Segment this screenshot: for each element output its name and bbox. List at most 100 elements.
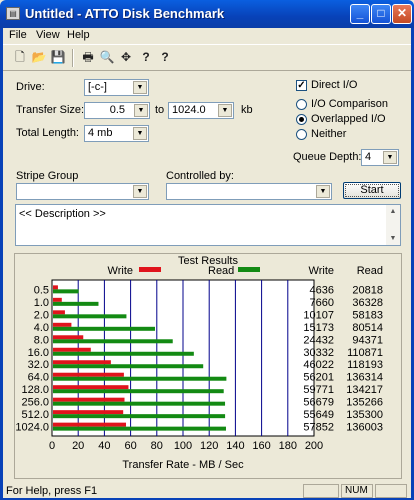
- direct-io-checkbox[interactable]: ✓: [296, 80, 307, 91]
- context-help-icon[interactable]: ?: [156, 49, 174, 66]
- write-value-label: 57852: [303, 422, 334, 434]
- menu-help[interactable]: Help: [67, 29, 90, 41]
- y-tick-label: 32.0: [28, 359, 49, 371]
- description-scrollbar[interactable]: ▲ ▼: [386, 205, 400, 245]
- move-icon[interactable]: ✥: [117, 49, 135, 66]
- write-value-label: 59771: [303, 384, 334, 396]
- write-value-label: 55649: [303, 409, 334, 421]
- write-bar: [53, 360, 111, 365]
- transfer-size-to-select[interactable]: 1024.0 ▼: [168, 102, 234, 119]
- chevron-down-icon[interactable]: ▼: [134, 104, 148, 117]
- write-value-label: 56201: [303, 372, 334, 384]
- read-bar: [53, 414, 226, 419]
- read-column-header: Read: [357, 265, 383, 277]
- read-value-label: 136314: [346, 372, 383, 384]
- scroll-up-icon[interactable]: ▲: [386, 205, 400, 218]
- x-tick-label: 80: [151, 440, 163, 452]
- print-preview-icon[interactable]: 🔍: [98, 49, 116, 66]
- menu-view[interactable]: View: [36, 29, 60, 41]
- status-pane-empty: [303, 484, 339, 498]
- read-bar: [53, 326, 156, 331]
- write-bar: [53, 335, 84, 340]
- read-value-label: 135266: [346, 397, 383, 409]
- chevron-down-icon[interactable]: ▼: [133, 81, 147, 94]
- toolbar: 🗋 📂 💾 🖶 🔍 ✥ ? ?: [3, 44, 411, 71]
- write-bar: [53, 422, 127, 427]
- start-button[interactable]: Start: [343, 182, 401, 199]
- total-length-value: 4 mb: [88, 127, 113, 139]
- write-bar: [53, 285, 58, 290]
- window-title: Untitled - ATTO Disk Benchmark: [25, 6, 225, 21]
- write-value-label: 10107: [303, 309, 334, 321]
- transfer-size-to-value: 1024.0: [172, 104, 206, 116]
- x-tick-label: 60: [124, 440, 136, 452]
- queue-depth-value: 4: [365, 151, 372, 163]
- write-value-label: 30332: [303, 347, 334, 359]
- y-tick-label: 1024.0: [15, 422, 49, 434]
- minimize-button[interactable]: _: [350, 4, 370, 24]
- scroll-down-icon[interactable]: ▼: [386, 232, 400, 245]
- read-bar: [53, 289, 79, 294]
- read-value-label: 135300: [346, 409, 383, 421]
- status-pane-empty: [375, 484, 407, 498]
- disk-app-icon: ▤: [6, 7, 20, 20]
- read-value-label: 110871: [347, 347, 383, 359]
- main-panel: Drive: [-c-] ▼ Transfer Size: 0.5 ▼ to 1…: [3, 70, 411, 482]
- x-tick-label: 100: [174, 440, 192, 452]
- close-button[interactable]: ✕: [392, 4, 412, 24]
- transfer-size-label: Transfer Size:: [16, 104, 85, 116]
- x-tick-label: 0: [49, 440, 55, 452]
- transfer-size-from-select[interactable]: 0.5 ▼: [84, 102, 150, 119]
- print-icon[interactable]: 🖶: [79, 49, 97, 66]
- write-bar: [53, 297, 62, 302]
- total-length-label: Total Length:: [16, 127, 79, 139]
- help-icon[interactable]: ?: [137, 49, 155, 66]
- x-tick-label: 120: [200, 440, 218, 452]
- description-text: << Description >>: [19, 208, 106, 220]
- menu-file[interactable]: File: [9, 29, 27, 41]
- read-bar: [53, 364, 204, 369]
- y-tick-label: 256.0: [21, 397, 49, 409]
- maximize-button[interactable]: □: [371, 4, 391, 24]
- controlled-by-label: Controlled by:: [166, 170, 234, 182]
- save-icon[interactable]: 💾: [49, 49, 67, 66]
- start-button-label: Start: [360, 184, 384, 196]
- write-bar: [53, 347, 91, 352]
- stripe-group-select[interactable]: ▼: [16, 183, 149, 200]
- legend-write-label: Write: [108, 265, 133, 277]
- open-folder-icon[interactable]: 📂: [30, 49, 48, 66]
- write-value-label: 24432: [303, 334, 334, 346]
- drive-select[interactable]: [-c-] ▼: [84, 79, 149, 96]
- neither-radio[interactable]: [296, 129, 307, 140]
- overlapped-io-radio[interactable]: [296, 114, 307, 125]
- test-results-panel: Test Results Write Read Write Read 0.5 1.…: [14, 253, 402, 479]
- legend-write-swatch: [139, 267, 161, 272]
- x-tick-label: 180: [279, 440, 297, 452]
- new-document-icon[interactable]: 🗋: [11, 49, 29, 66]
- x-tick-label: 20: [72, 440, 84, 452]
- overlapped-io-label: Overlapped I/O: [311, 113, 386, 125]
- chevron-down-icon[interactable]: ▼: [133, 127, 147, 140]
- legend-read-label: Read: [208, 265, 234, 277]
- io-comparison-radio[interactable]: [296, 99, 307, 110]
- test-results-chart: Test Results Write Read Write Read 0.51.…: [15, 255, 383, 471]
- queue-depth-select[interactable]: 4 ▼: [361, 149, 399, 166]
- total-length-select[interactable]: 4 mb ▼: [84, 125, 149, 142]
- stripe-group-label: Stripe Group: [16, 170, 79, 182]
- x-tick-label: 40: [98, 440, 110, 452]
- y-tick-label: 64.0: [28, 372, 49, 384]
- read-value-label: 58183: [352, 309, 383, 321]
- chevron-down-icon[interactable]: ▼: [218, 104, 232, 117]
- legend-read-swatch: [238, 267, 260, 272]
- read-value-label: 20818: [352, 284, 383, 296]
- chevron-down-icon[interactable]: ▼: [316, 185, 330, 198]
- chevron-down-icon[interactable]: ▼: [383, 151, 397, 164]
- x-tick-label: 140: [226, 440, 244, 452]
- description-box[interactable]: << Description >> ▲ ▼: [15, 204, 401, 246]
- write-bar: [53, 310, 65, 315]
- y-tick-label: 8.0: [34, 334, 49, 346]
- write-value-label: 46022: [303, 359, 334, 371]
- y-tick-label: 128.0: [21, 384, 49, 396]
- controlled-by-select[interactable]: ▼: [166, 183, 332, 200]
- chevron-down-icon[interactable]: ▼: [133, 185, 147, 198]
